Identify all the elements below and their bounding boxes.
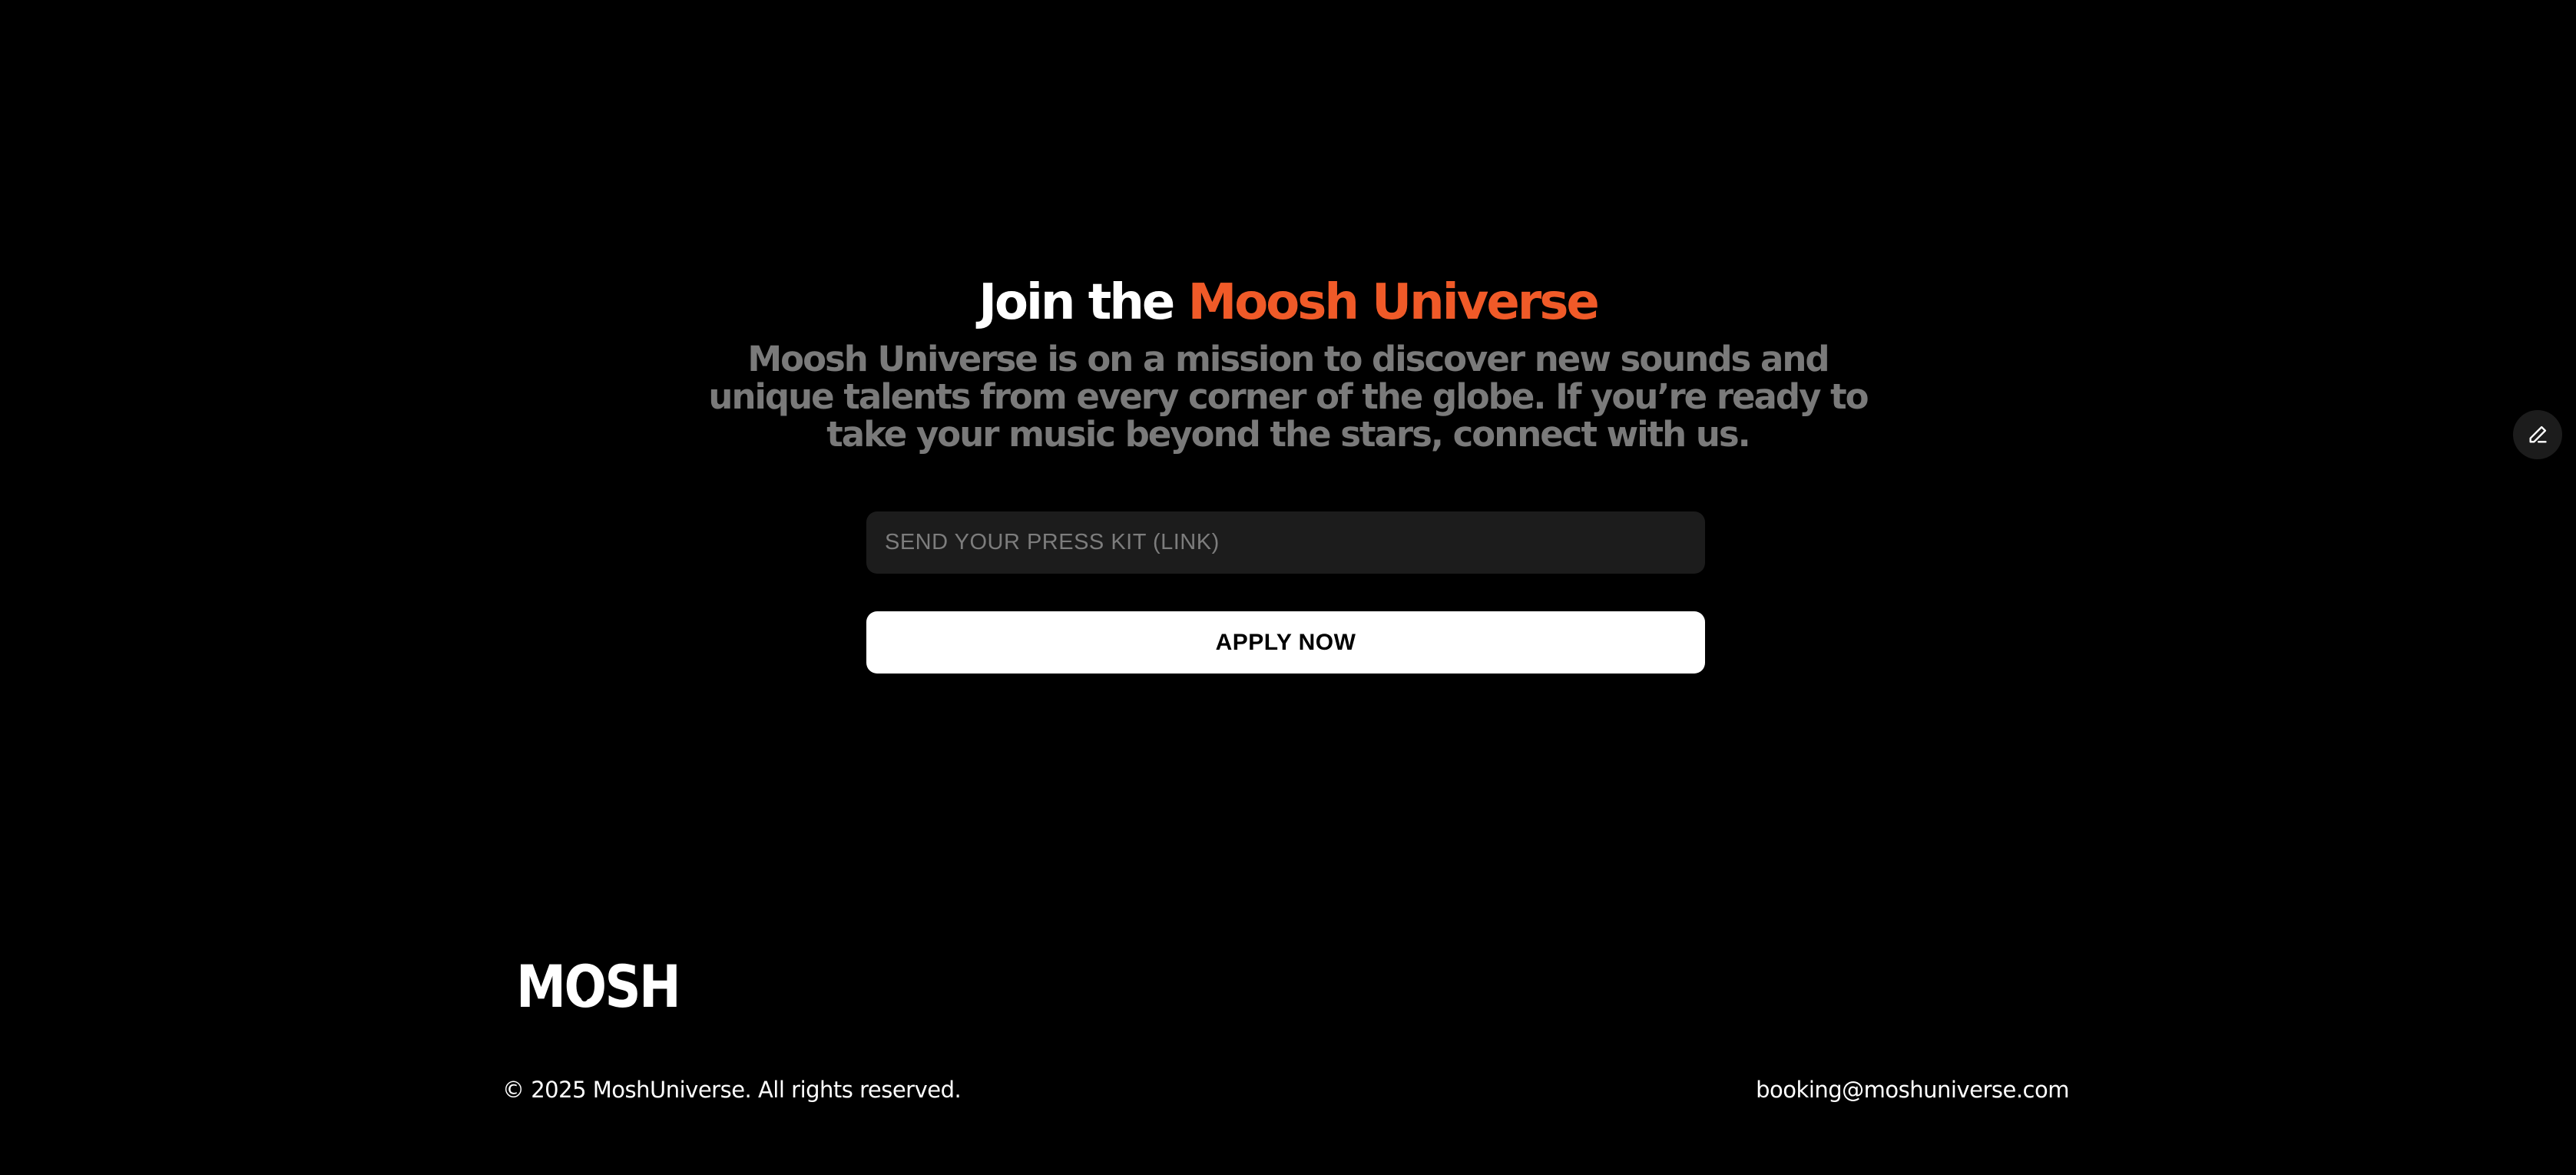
pencil-icon [2529,425,2547,443]
logo-text-sh: SH [604,952,680,1021]
copyright-text: © 2025 MoshUniverse. All rights reserved… [502,1077,962,1103]
press-kit-input[interactable] [866,511,1705,574]
mosh-logo[interactable]: MOSH [516,952,681,1021]
edit-button[interactable] [2513,410,2562,459]
page: Join the Moosh Universe Moosh Universe i… [0,0,2576,1175]
page-title: Join the Moosh Universe [0,270,2576,335]
booking-email-link[interactable]: booking@moshuniverse.com [1756,1077,2069,1103]
page-subtitle: Moosh Universe is on a mission to discov… [708,339,1869,455]
logo-o-slot [581,974,589,1001]
title-accent: Moosh Universe [1187,274,1600,331]
logo-text-m: M [516,952,566,1021]
apply-now-button[interactable]: APPLY NOW [866,611,1705,674]
title-prefix: Join the [978,274,1175,331]
logo-o-mark: O [564,952,607,1021]
